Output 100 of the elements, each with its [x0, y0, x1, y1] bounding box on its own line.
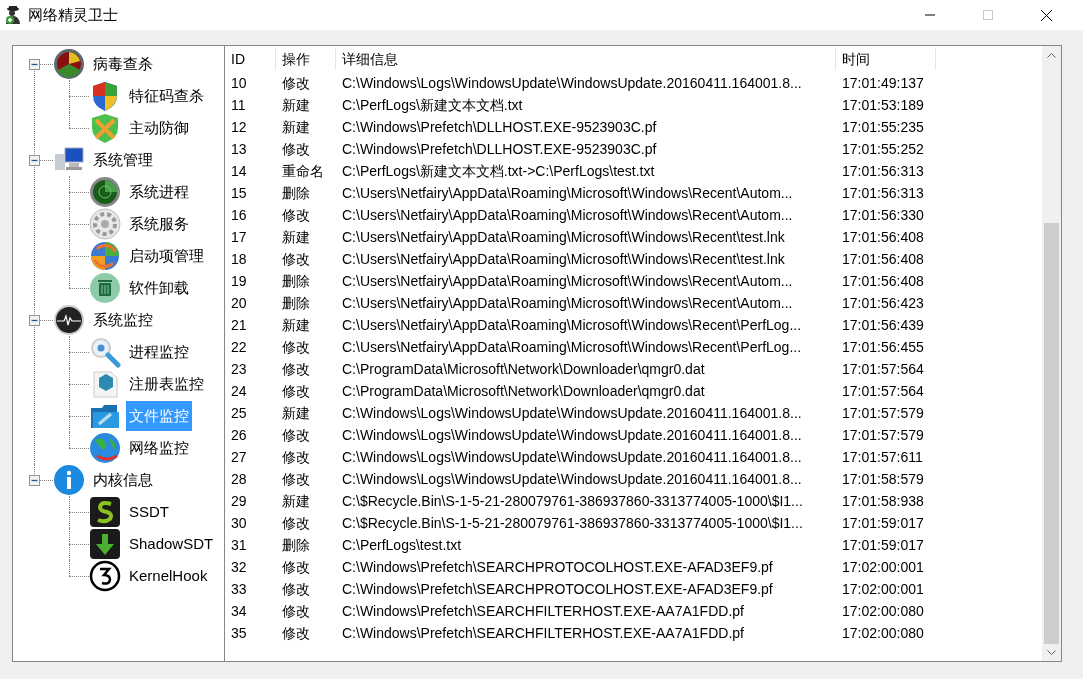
table-cell-text: 新建	[281, 96, 311, 115]
table-cell-text: 修改	[281, 338, 311, 357]
globe-icon	[89, 432, 121, 464]
tree-item[interactable]: SSDT	[126, 497, 172, 527]
tree-item[interactable]: 主动防御	[126, 113, 192, 143]
collapse-icon[interactable]	[29, 155, 40, 166]
tree-item[interactable]: 网络监控	[126, 433, 192, 463]
table-cell-text: 17:01:57:579	[841, 404, 925, 423]
table-cell-text: 12	[230, 118, 248, 137]
table-cell-text: 17:01:57:564	[841, 382, 925, 401]
tree-item[interactable]: 启动项管理	[126, 241, 207, 271]
table-cell-text: 17:02:00:001	[841, 558, 925, 577]
table-cell-text: 17:01:57:611	[841, 448, 924, 467]
collapse-icon[interactable]	[29, 475, 40, 486]
table-cell-text: C:\Users\Netfairy\AppData\Roaming\Microsoft\Windows\Recent\Autom...	[341, 184, 794, 203]
tree-item[interactable]: 系统监控	[90, 305, 156, 335]
radar-icon	[53, 48, 85, 80]
table-cell-text: 17:01:59:017	[841, 514, 925, 533]
close-icon[interactable]	[1040, 9, 1052, 21]
table-cell-text: 17:01:49:137	[841, 74, 925, 93]
table-cell-text: C:\Windows\Logs\WindowsUpdate\WindowsUpdate.20160411.164001.8...	[341, 404, 803, 423]
table-cell-text: 17:01:58:579	[841, 470, 925, 489]
table-cell-text: 13	[230, 140, 248, 159]
table-cell-text: C:\Windows\Logs\WindowsUpdate\WindowsUpdate.20160411.164001.8...	[341, 470, 803, 489]
table-cell-text: 修改	[281, 558, 311, 577]
scroll-down-icon[interactable]	[1047, 649, 1056, 656]
table-cell-text: 30	[230, 514, 248, 533]
column-header[interactable]: 操作	[276, 48, 336, 70]
table-cell-text: C:\Windows\Prefetch\SEARCHPROTOCOLHOST.EXE-AFAD3EF9.pf	[341, 558, 774, 577]
table-cell-text: C:\Users\Netfairy\AppData\Roaming\Microsoft\Windows\Recent\Autom...	[341, 206, 794, 225]
tree-item[interactable]: 注册表监控	[126, 369, 207, 399]
column-header[interactable]: ID	[225, 48, 276, 70]
tile-icon	[89, 496, 121, 528]
table-cell-text: 修改	[281, 426, 311, 445]
table-cell-text: 10	[230, 74, 248, 93]
tree-item[interactable]: 特征码查杀	[126, 81, 207, 111]
table-cell-text: 修改	[281, 382, 311, 401]
table-cell-text: 17:02:00:080	[841, 602, 925, 621]
tree-item[interactable]: 系统进程	[126, 177, 192, 207]
table-cell-text: C:\ProgramData\Microsoft\Network\Downloader\qmgr0.dat	[341, 382, 706, 401]
gear-icon	[89, 208, 121, 240]
table-cell-text: C:\PerfLogs\test.txt	[341, 536, 463, 555]
scroll-up-icon[interactable]	[1047, 51, 1056, 58]
column-header[interactable]: 时间	[836, 48, 936, 70]
table-cell-text: 17:01:56:313	[841, 162, 925, 181]
pulse-icon	[53, 304, 85, 336]
table-cell-text: 17:01:57:564	[841, 360, 925, 379]
table-cell-text: 14	[230, 162, 248, 181]
table-cell-text: 32	[230, 558, 248, 577]
tree-item[interactable]: 系统管理	[90, 145, 156, 175]
table-cell-text: 17:01:53:189	[841, 96, 925, 115]
table-cell-text: 修改	[281, 250, 311, 269]
table-cell-text: 17:01:56:330	[841, 206, 925, 225]
table-cell-text: 删除	[281, 184, 311, 203]
table-cell-text: 重命名	[281, 162, 325, 181]
tree-item[interactable]: 进程监控	[126, 337, 192, 367]
table-cell-text: 11	[230, 96, 247, 115]
table-cell-text: 24	[230, 382, 248, 401]
shield-icon	[89, 112, 121, 144]
table-cell-text: 17:01:56:439	[841, 316, 925, 335]
table-cell-text: 35	[230, 624, 248, 643]
table-cell-text: 17:01:55:235	[841, 118, 925, 137]
table-cell-text: C:\Windows\Prefetch\DLLHOST.EXE-9523903C.pf	[341, 118, 658, 137]
table-cell-text: 17:01:56:408	[841, 272, 925, 291]
tree-item[interactable]: ShadowSDT	[126, 529, 217, 559]
table-cell-text: 修改	[281, 140, 311, 159]
table-cell-text: C:\Users\Netfairy\AppData\Roaming\Microsoft\Windows\Recent\Autom...	[341, 294, 794, 313]
table-cell-text: 17:01:56:408	[841, 250, 925, 269]
table-cell-text: C:\Users\Netfairy\AppData\Roaming\Microsoft\Windows\Recent\PerfLog...	[341, 338, 803, 357]
table-cell-text: 17:01:56:423	[841, 294, 925, 313]
table-cell-text: 删除	[281, 536, 311, 555]
table-cell-text: 修改	[281, 602, 311, 621]
table-cell-text: 27	[230, 448, 248, 467]
table-cell-text: 16	[230, 206, 248, 225]
table-cell-text: C:\Windows\Prefetch\DLLHOST.EXE-9523903C.pf	[341, 140, 658, 159]
table-cell-text: C:\Windows\Logs\WindowsUpdate\WindowsUpdate.20160411.164001.8...	[341, 426, 803, 445]
table-cell-text: 22	[230, 338, 248, 357]
table-cell-text: C:\ProgramData\Microsoft\Network\Downloader\qmgr0.dat	[341, 360, 706, 379]
table-cell-text: 删除	[281, 294, 311, 313]
table-cell-text: 17:01:56:408	[841, 228, 925, 247]
tree-item[interactable]: 系统服务	[126, 209, 192, 239]
table-cell-text: C:\Windows\Prefetch\SEARCHFILTERHOST.EXE-AA7A1FDD.pf	[341, 624, 745, 643]
tree-item[interactable]: KernelHook	[126, 561, 211, 591]
table-cell-text: C:\PerfLogs\新建文本文档.txt->C:\PerfLogs\test.txt	[341, 162, 656, 181]
scrollbar[interactable]	[1042, 46, 1061, 661]
table-cell-text: 修改	[281, 360, 311, 379]
refresh-icon	[89, 240, 121, 272]
tree-item[interactable]: 软件卸载	[126, 273, 192, 303]
collapse-icon[interactable]	[29, 315, 40, 326]
table-cell-text: 17:02:00:080	[841, 624, 925, 643]
tree-item[interactable]: 内核信息	[90, 465, 156, 495]
table-cell-text: C:\Windows\Logs\WindowsUpdate\WindowsUpdate.20160411.164001.8...	[341, 74, 803, 93]
table-cell-text: C:\Windows\Prefetch\SEARCHFILTERHOST.EXE-AA7A1FDD.pf	[341, 602, 745, 621]
tree-item[interactable]: 病毒查杀	[90, 49, 156, 79]
scrollbar-thumb[interactable]	[1044, 223, 1059, 644]
column-header[interactable]: 详细信息	[336, 48, 836, 70]
table-cell-text: 修改	[281, 74, 311, 93]
collapse-icon[interactable]	[29, 59, 40, 70]
window-title: 网络精灵卫士	[28, 4, 118, 25]
table-cell-text: C:\$Recycle.Bin\S-1-5-21-280079761-386937860-3313774005-1000\$I1...	[341, 514, 804, 533]
